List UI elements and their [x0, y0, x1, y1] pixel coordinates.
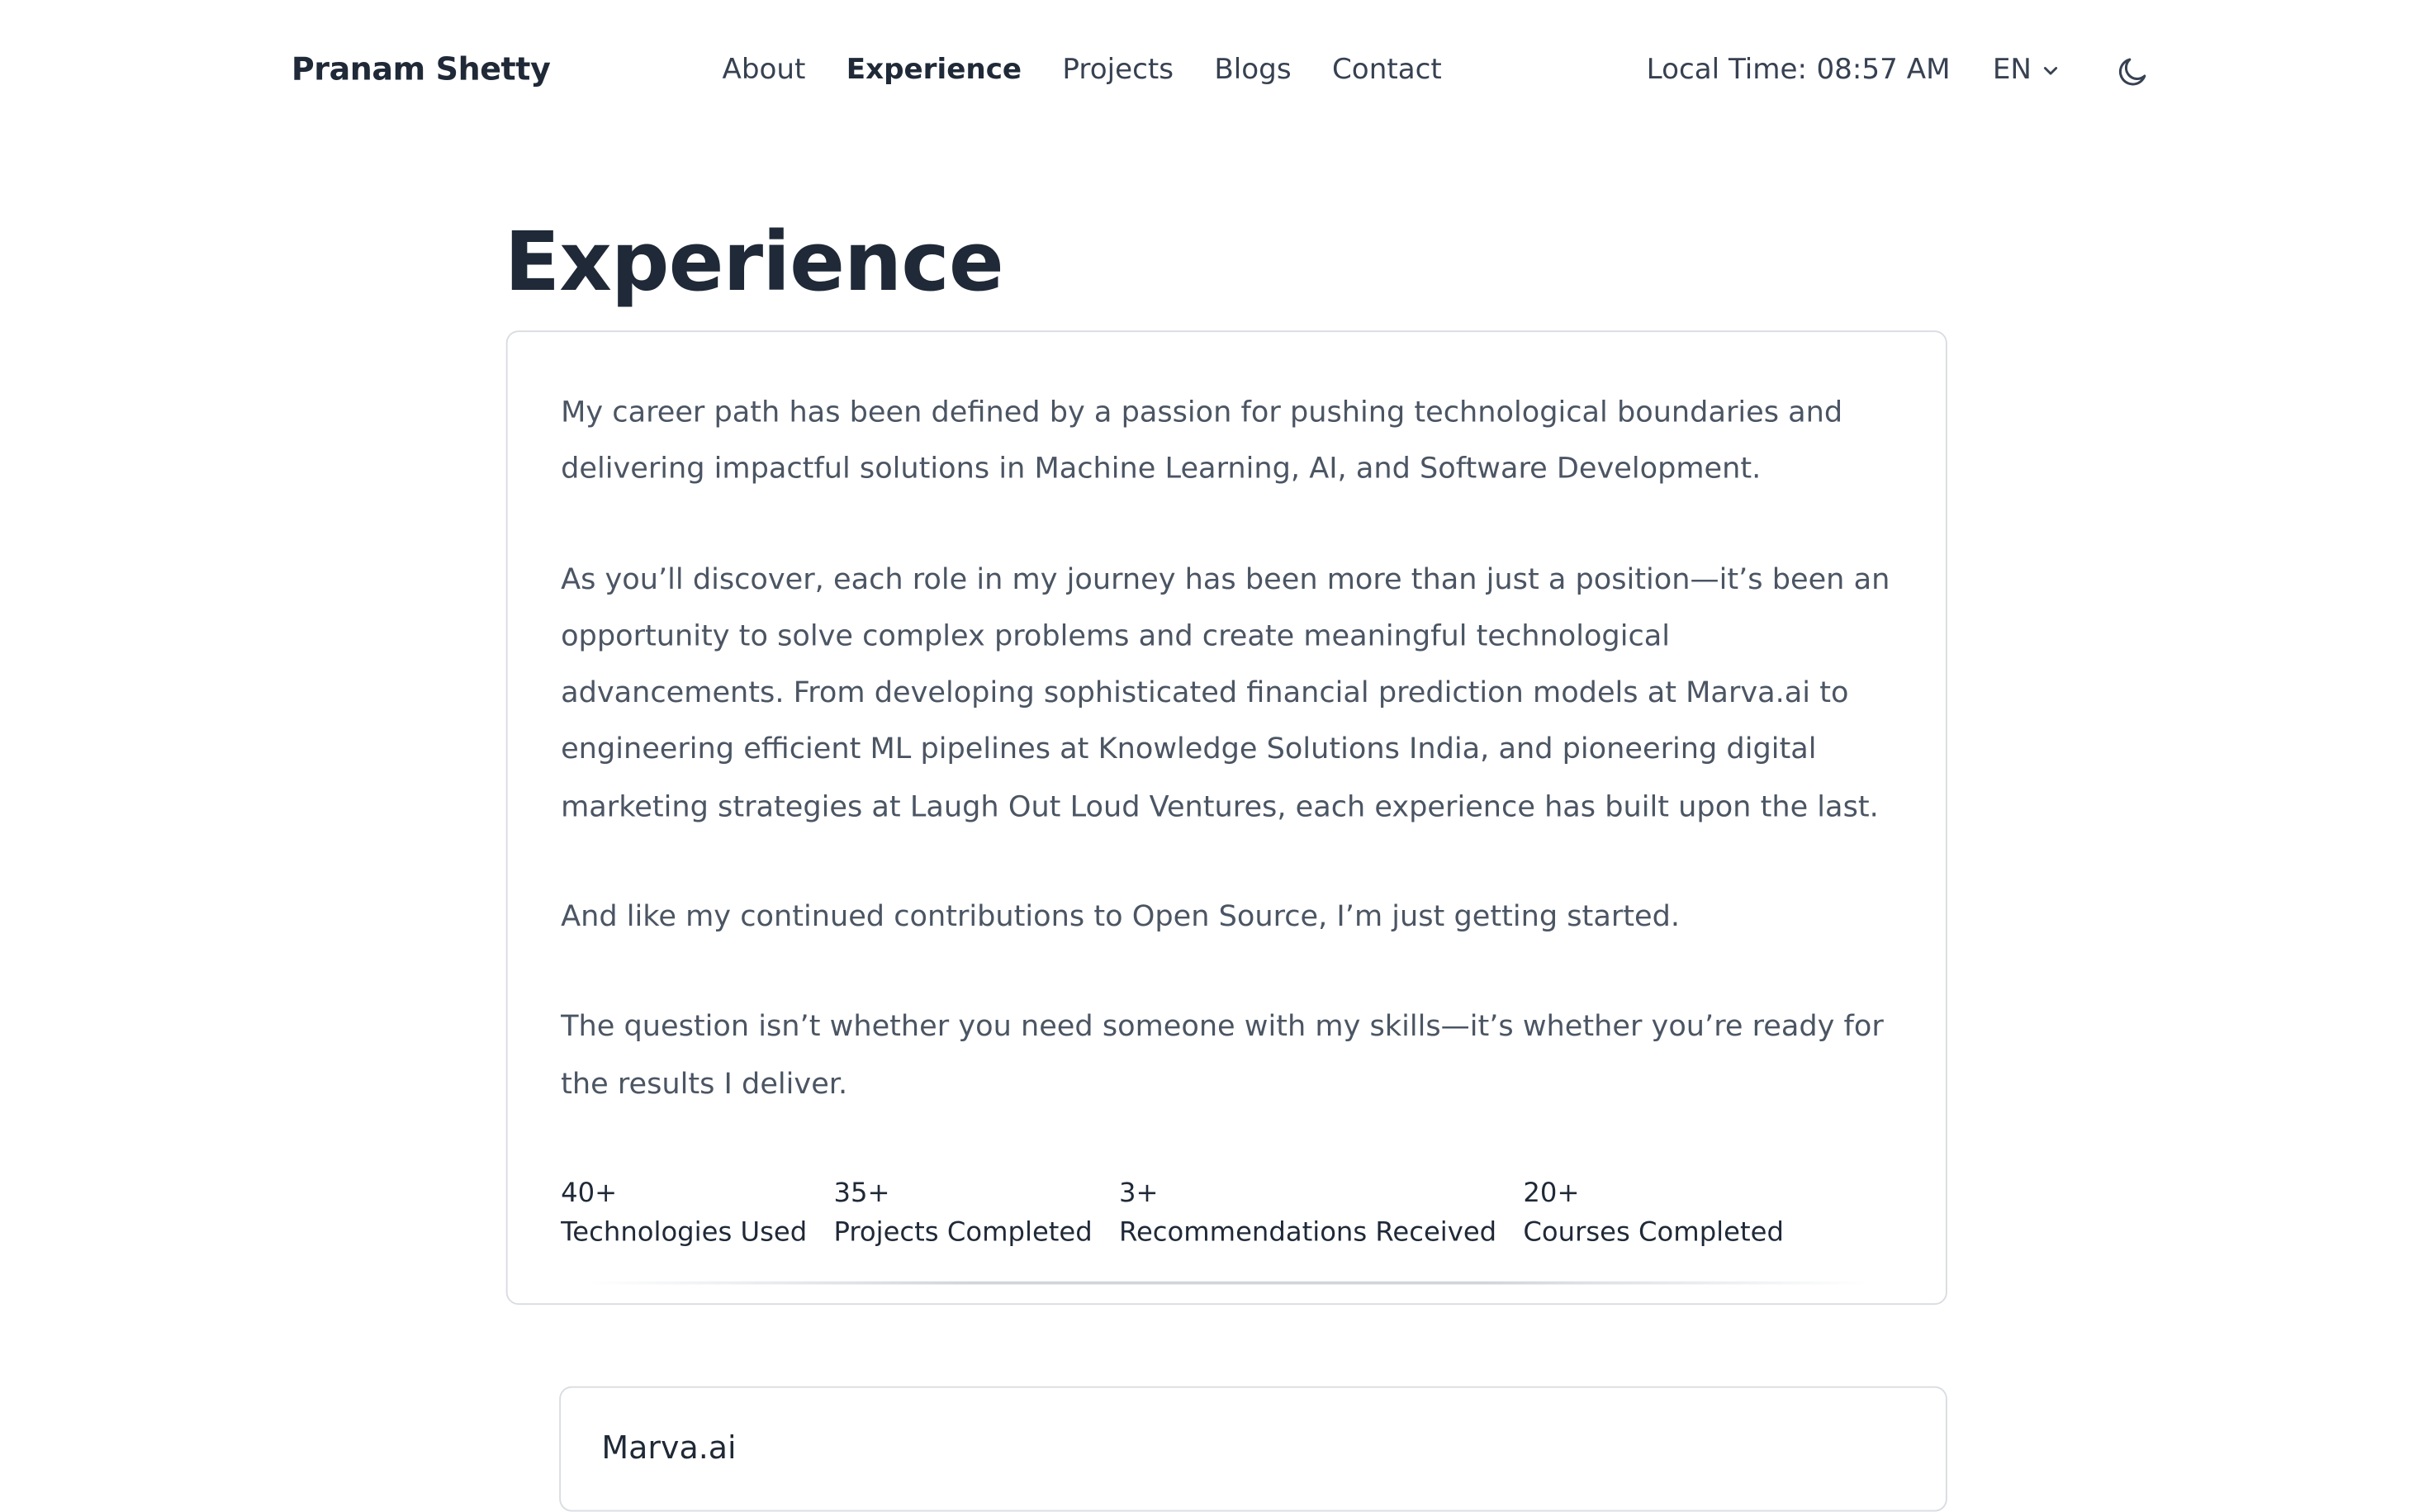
nav-contact[interactable]: Contact	[1332, 53, 1442, 86]
nav-blogs[interactable]: Blogs	[1214, 53, 1291, 86]
theme-toggle-button[interactable]	[2113, 53, 2151, 91]
stat-value: 35+	[833, 1178, 890, 1210]
page-title: Experience	[504, 216, 1004, 310]
intro-card: My career path has been defined by a pas…	[505, 330, 1947, 1306]
chevron-down-icon	[2043, 66, 2057, 74]
intro-paragraph: As you’ll discover, each role in my jour…	[561, 563, 1890, 824]
stat-label: Courses Completed	[1523, 1216, 1784, 1249]
card-divider	[586, 1281, 1871, 1285]
language-selector[interactable]: EN	[1993, 53, 2060, 86]
nav-projects[interactable]: Projects	[1062, 53, 1174, 86]
stat-label: Technologies Used	[561, 1216, 808, 1249]
language-label: EN	[1992, 53, 2032, 87]
stat-label: Projects Completed	[833, 1216, 1093, 1249]
stat-recommendations: 3+ Recommendations Received	[1119, 1175, 1496, 1254]
local-time-value: 08:57 AM	[1816, 53, 1951, 87]
moon-icon	[2118, 58, 2146, 86]
intro-text: My career path has been defined by a pas…	[561, 386, 1902, 1167]
site-header: Pranam Shetty About Experience Projects …	[0, 0, 2428, 147]
experience-company: Marva.ai	[601, 1428, 737, 1467]
stat-value: 20+	[1523, 1178, 1580, 1210]
experience-card[interactable]: Marva.ai	[559, 1386, 1947, 1512]
stat-projects: 35+ Projects Completed	[833, 1175, 1092, 1254]
intro-paragraph: The question isn’t whether you need some…	[561, 1011, 1884, 1101]
stat-value: 40+	[561, 1178, 618, 1210]
stat-courses: 20+ Courses Completed	[1523, 1175, 1784, 1254]
main-nav: About Experience Projects Blogs Contact	[722, 53, 1441, 86]
page: Pranam Shetty About Experience Projects …	[0, 0, 2428, 1512]
stat-label: Recommendations Received	[1119, 1216, 1497, 1249]
local-time-label: Local Time:	[1646, 53, 1808, 87]
stats-row: 40+ Technologies Used 35+ Projects Compl…	[561, 1175, 1784, 1254]
brand-name[interactable]: Pranam Shetty	[292, 50, 551, 88]
stat-technologies: 40+ Technologies Used	[561, 1175, 807, 1254]
nav-about[interactable]: About	[722, 53, 805, 86]
intro-paragraph: And like my continued contributions to O…	[561, 900, 1681, 934]
nav-experience[interactable]: Experience	[846, 53, 1022, 86]
local-time: Local Time: 08:57 AM	[1647, 53, 1951, 86]
intro-paragraph: My career path has been defined by a pas…	[561, 396, 1843, 486]
stat-value: 3+	[1119, 1178, 1159, 1210]
